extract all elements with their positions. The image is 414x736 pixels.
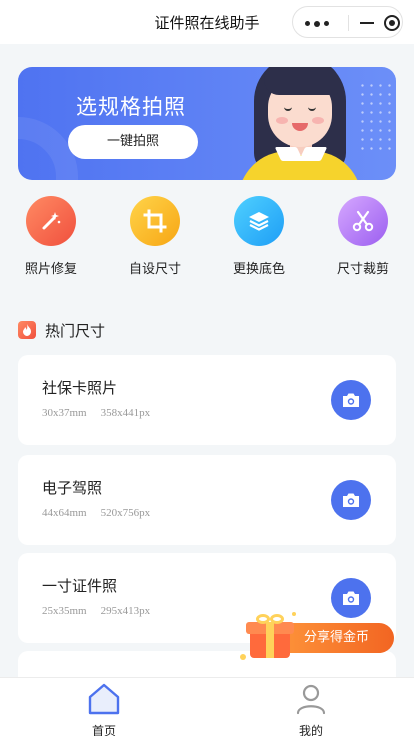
spec-mm: 30x37mm bbox=[42, 407, 87, 419]
camera-button[interactable] bbox=[331, 480, 371, 520]
feature-change-background[interactable]: 更换底色 bbox=[219, 196, 299, 277]
tab-mine[interactable]: 我的 bbox=[271, 682, 351, 736]
girl-illustration bbox=[238, 67, 362, 180]
camera-icon bbox=[343, 493, 359, 507]
tab-home[interactable]: 首页 bbox=[64, 682, 144, 736]
hero-banner: 选规格拍照 一键拍照 bbox=[18, 67, 396, 180]
layers-icon bbox=[234, 196, 284, 246]
feature-custom-size[interactable]: 自设尺寸 bbox=[115, 196, 195, 277]
user-icon bbox=[296, 684, 326, 715]
magic-wand-icon bbox=[26, 196, 76, 246]
more-icon[interactable] bbox=[305, 20, 335, 27]
spec-px: 295x413px bbox=[100, 605, 151, 617]
one-tap-photo-button[interactable]: 一键拍照 bbox=[68, 125, 198, 159]
gift-icon bbox=[246, 612, 294, 660]
crop-icon bbox=[130, 196, 180, 246]
camera-button[interactable] bbox=[331, 380, 371, 420]
spec-mm: 25x35mm bbox=[42, 605, 87, 617]
feature-grid: 照片修复 自设尺寸 更换底色 尺寸裁剪 bbox=[0, 196, 414, 286]
spec-mm: 44x64mm bbox=[42, 507, 87, 519]
tab-bar: 首页 我的 bbox=[0, 677, 414, 736]
camera-icon bbox=[343, 591, 359, 605]
feature-label: 照片修复 bbox=[24, 262, 77, 277]
dots-decoration bbox=[358, 81, 394, 151]
section-title: 热门尺寸 bbox=[45, 322, 106, 340]
feature-size-crop[interactable]: 尺寸裁剪 bbox=[323, 196, 403, 277]
minimize-icon[interactable] bbox=[360, 22, 374, 24]
feature-photo-repair[interactable]: 照片修复 bbox=[11, 196, 91, 277]
sparkle-icon bbox=[292, 612, 296, 616]
camera-icon bbox=[343, 393, 359, 407]
card-spec: 25x35mm 295x413px bbox=[42, 605, 150, 617]
tab-home-label: 首页 bbox=[91, 724, 116, 736]
spec-px: 358x441px bbox=[100, 407, 151, 419]
card-name: 电子驾照 bbox=[42, 479, 103, 497]
card-spec: 44x64mm 520x756px bbox=[42, 507, 150, 519]
feature-label: 尺寸裁剪 bbox=[336, 262, 389, 277]
banner-title: 选规格拍照 bbox=[76, 95, 186, 119]
scissors-icon bbox=[338, 196, 388, 246]
capsule-divider bbox=[348, 15, 349, 31]
feature-label: 自设尺寸 bbox=[128, 262, 181, 277]
home-icon bbox=[88, 683, 120, 715]
close-icon[interactable] bbox=[384, 15, 400, 31]
card-name: 一寸证件照 bbox=[42, 577, 118, 595]
spec-px: 520x756px bbox=[100, 507, 151, 519]
card-spec: 30x37mm 358x441px bbox=[42, 407, 150, 419]
tab-mine-label: 我的 bbox=[298, 724, 323, 736]
card-name: 社保卡照片 bbox=[42, 379, 118, 397]
mini-program-capsule bbox=[292, 6, 403, 38]
size-card[interactable]: 社保卡照片 30x37mm 358x441px bbox=[18, 355, 396, 445]
nav-bar: 证件照在线助手 bbox=[0, 0, 414, 44]
fire-icon bbox=[18, 321, 36, 339]
share-coins-button[interactable]: 分享得金币 bbox=[240, 610, 396, 666]
size-card[interactable]: 电子驾照 44x64mm 520x756px bbox=[18, 455, 396, 545]
feature-label: 更换底色 bbox=[232, 262, 285, 277]
sparkle-icon bbox=[240, 654, 246, 660]
